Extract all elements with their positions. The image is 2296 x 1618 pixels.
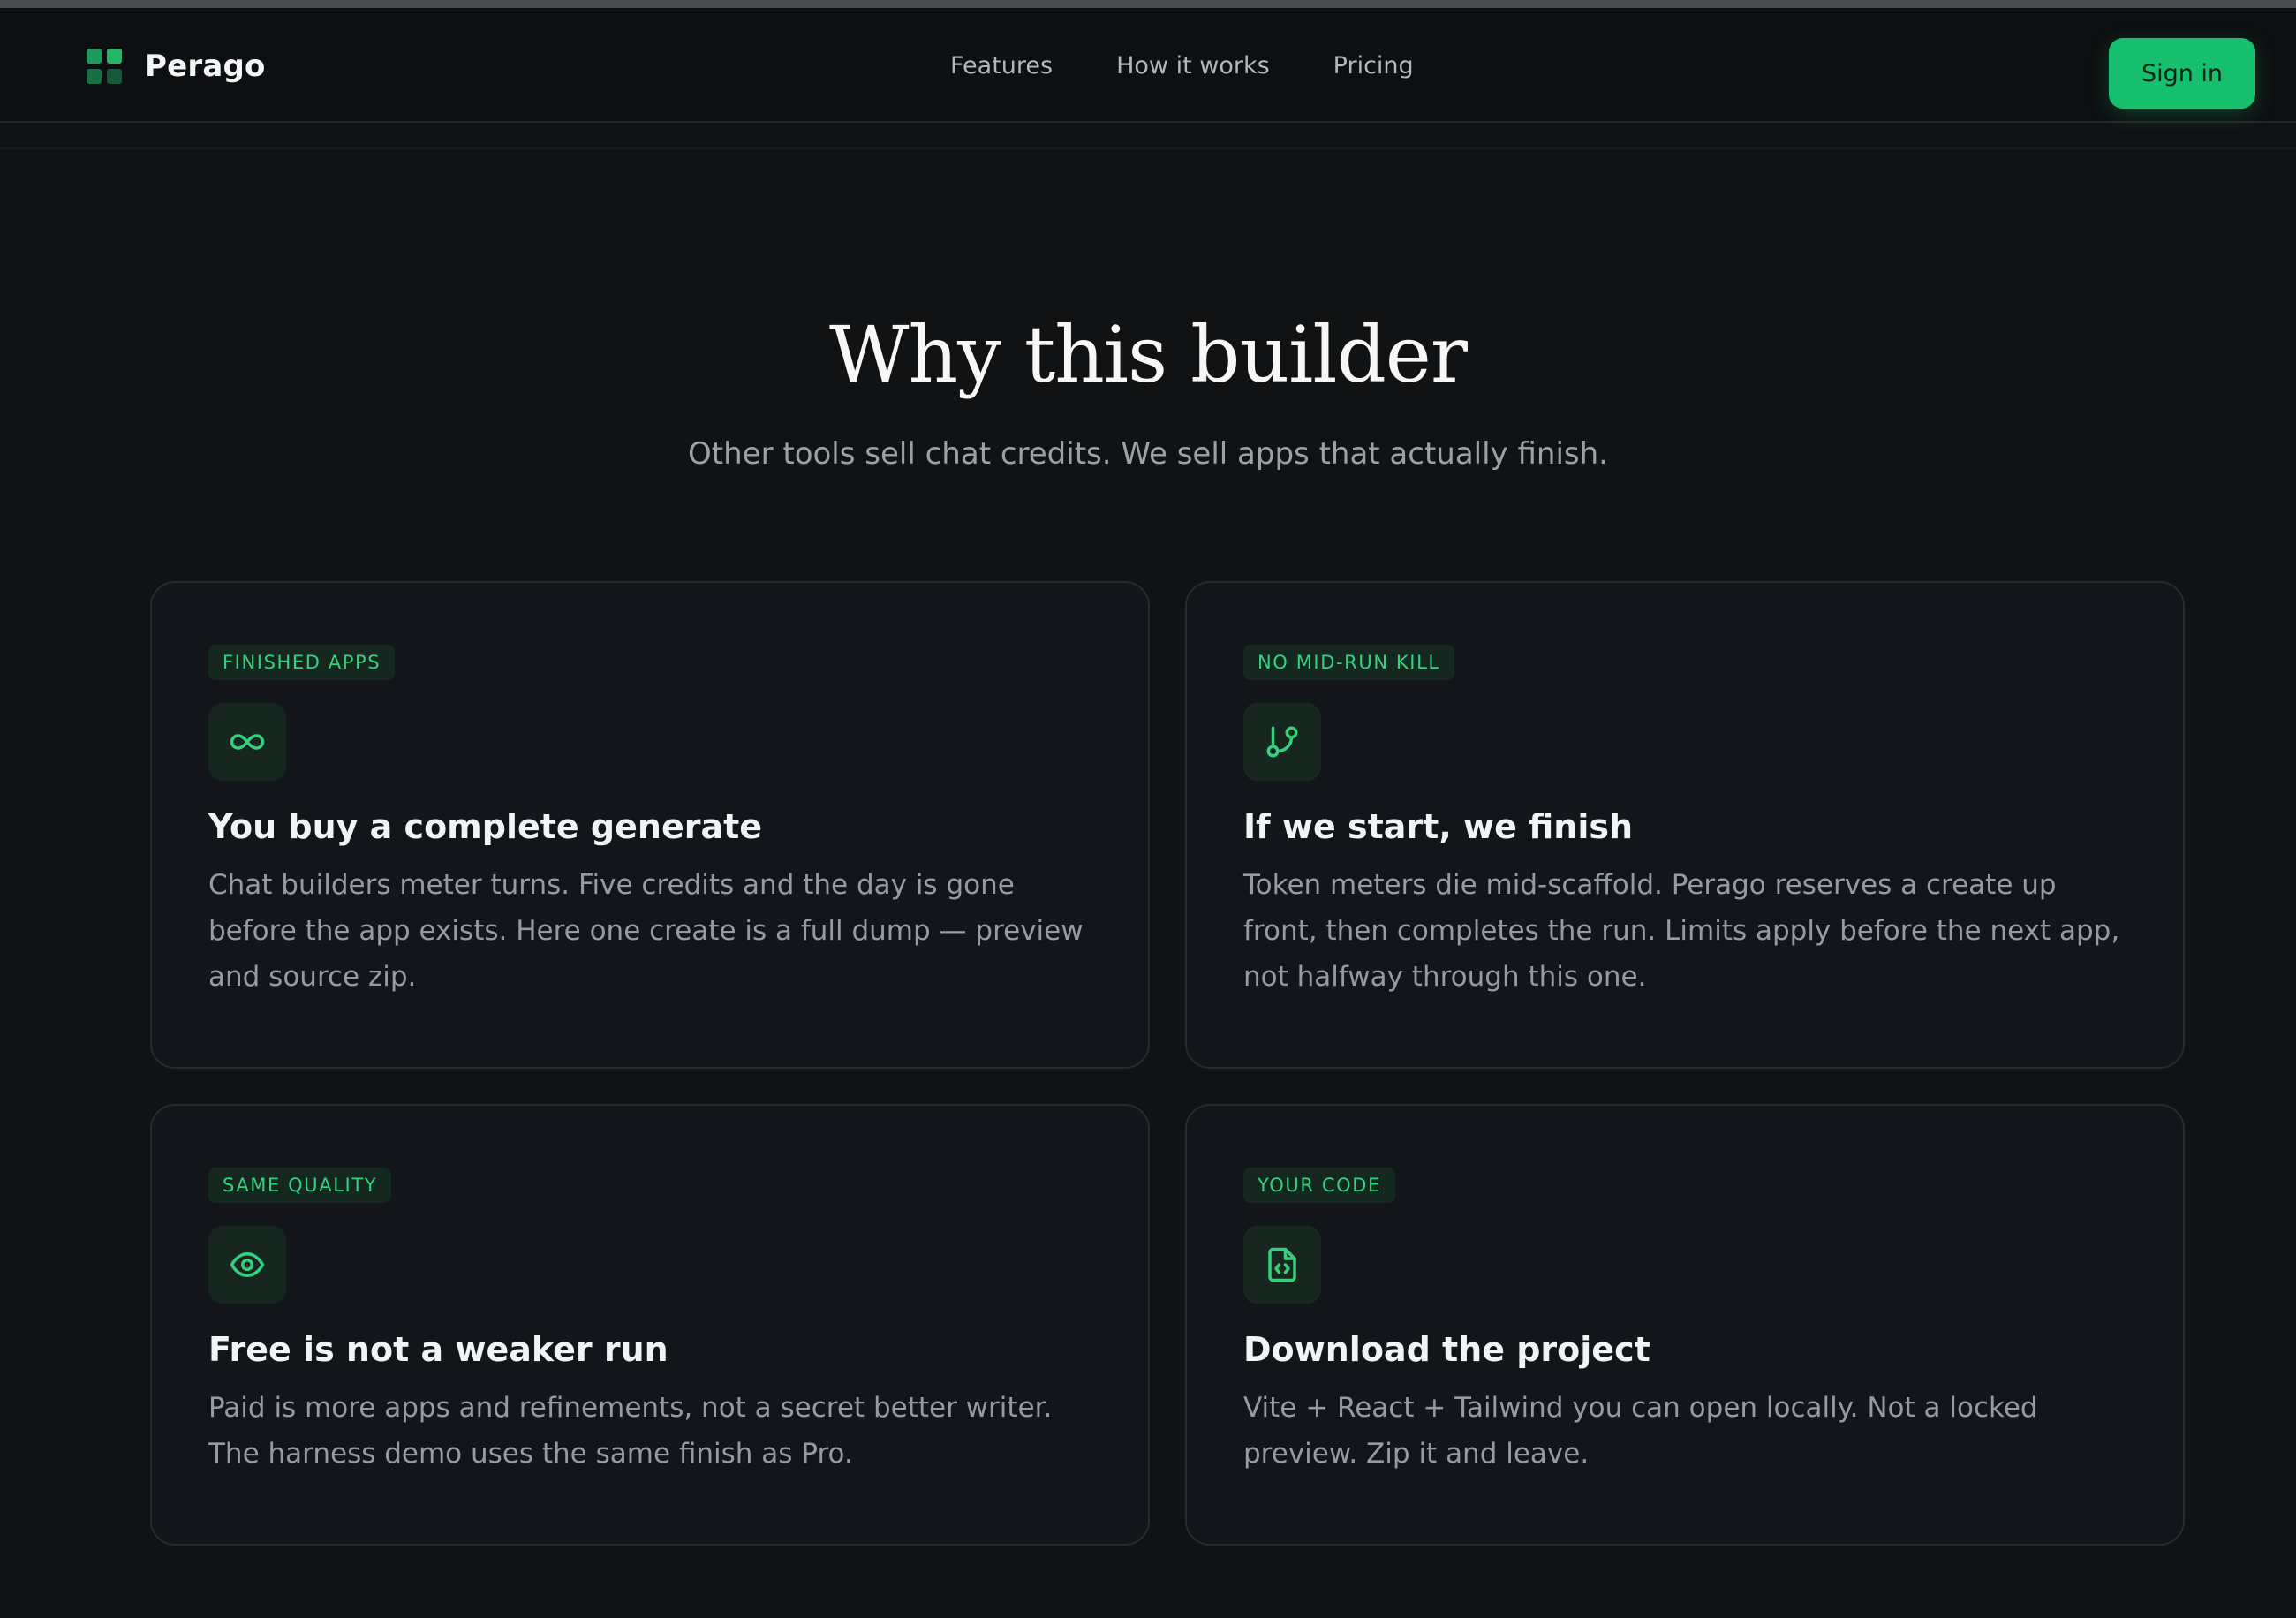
card-title: If we start, we finish <box>1243 807 1634 846</box>
perago-logo-icon <box>87 49 122 84</box>
feature-card-finished-apps: FINISHED APPS You buy a complete generat… <box>150 581 1150 1069</box>
git-branch-icon <box>1243 703 1321 781</box>
main-nav: Features How it works Pricing <box>950 52 1414 79</box>
card-tag: FINISHED APPS <box>208 645 396 680</box>
card-body: Token meters die mid-scaffold. Perago re… <box>1243 869 2120 993</box>
nav-link-features[interactable]: Features <box>950 52 1053 79</box>
feature-card-same-quality: SAME QUALITY Free is not a weaker run Pa… <box>150 1104 1150 1546</box>
nav-link-pricing[interactable]: Pricing <box>1333 52 1414 79</box>
card-title: Download the project <box>1243 1330 1650 1369</box>
brand-name: Perago <box>145 49 266 84</box>
top-navbar: Perago Features How it works Pricing Sig… <box>0 8 2296 123</box>
card-tag: NO MID-RUN KILL <box>1243 645 1454 680</box>
card-title: You buy a complete generate <box>208 807 763 846</box>
infinity-icon <box>208 703 286 781</box>
eye-icon <box>208 1226 286 1304</box>
card-body: Paid is more apps and refinements, not a… <box>208 1392 1053 1470</box>
sign-in-button[interactable]: Sign in <box>2109 38 2255 109</box>
header-divider <box>0 147 2296 149</box>
section-subtitle: Other tools sell chat credits. We sell a… <box>688 436 1608 472</box>
section-title: Why this builder <box>829 309 1468 400</box>
card-title: Free is not a weaker run <box>208 1330 668 1369</box>
window-top-edge <box>0 0 2296 8</box>
card-body: Vite + React + Tailwind you can open loc… <box>1243 1392 2038 1470</box>
feature-card-your-code: YOUR CODE Download the project Vite + Re… <box>1185 1104 2185 1546</box>
card-tag: SAME QUALITY <box>208 1168 392 1203</box>
feature-card-no-mid-run-kill: NO MID-RUN KILL If we start, we finish T… <box>1185 581 2185 1069</box>
file-code-icon <box>1243 1226 1321 1304</box>
card-body: Chat builders meter turns. Five credits … <box>208 869 1084 993</box>
brand[interactable]: Perago <box>87 42 266 91</box>
card-tag: YOUR CODE <box>1243 1168 1395 1203</box>
nav-link-how-it-works[interactable]: How it works <box>1116 52 1270 79</box>
